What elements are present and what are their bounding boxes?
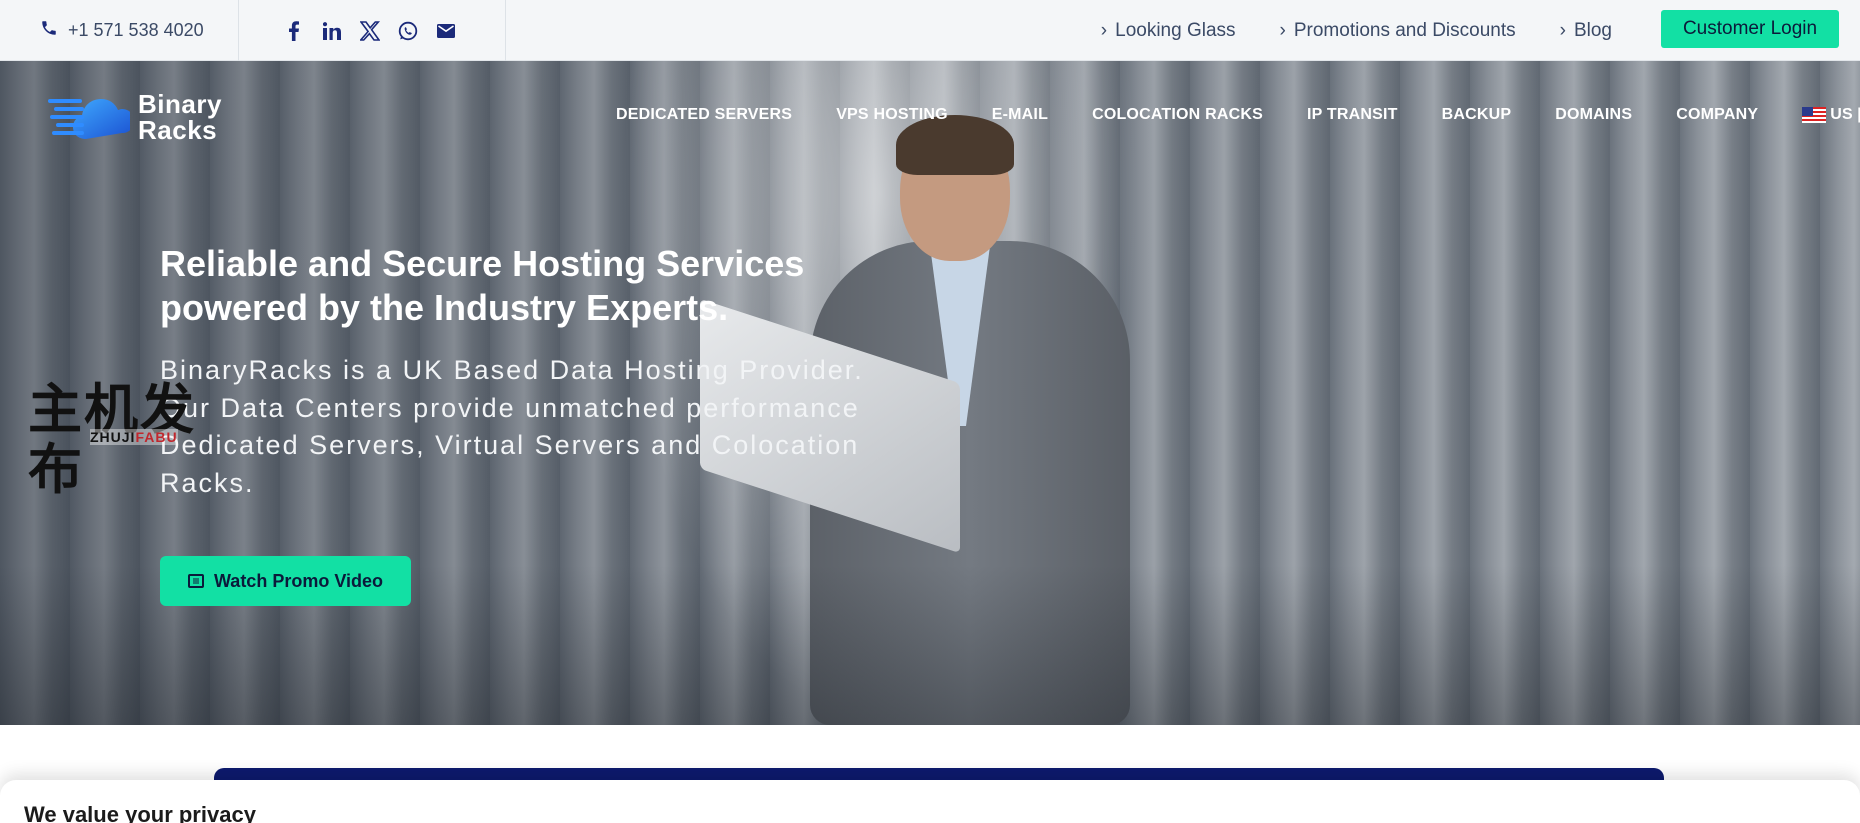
hero-subtitle: BinaryRacks is a UK Based Data Hosting P… (160, 355, 864, 498)
currency-selector[interactable]: US [$] (1802, 106, 1860, 124)
promotions-link[interactable]: › Promotions and Discounts (1280, 20, 1516, 42)
chevron-right-icon: › (1100, 19, 1108, 41)
link-label: Promotions and Discounts (1293, 19, 1516, 41)
currency-label: US [$] (1830, 106, 1860, 123)
blog-link[interactable]: › Blog (1560, 20, 1612, 42)
phone-icon (40, 19, 58, 42)
nav-company[interactable]: COMPANY (1676, 106, 1758, 124)
link-label: Blog (1573, 19, 1612, 41)
phone-number: +1 571 538 4020 (68, 20, 204, 40)
cookie-consent-banner: We value your privacy (0, 780, 1860, 823)
logo-wordmark: Binary Racks (138, 91, 222, 143)
watermark-en-black: ZHUJI (90, 429, 136, 445)
watermark-logo: 主机发布 ZHUJIFABU (28, 380, 238, 500)
logo-cloud-icon (48, 87, 134, 147)
main-nav: DEDICATED SERVERS VPS HOSTING E-MAIL COL… (616, 106, 1860, 124)
cookie-title: We value your privacy (24, 802, 256, 823)
binaryracks-logo[interactable]: Binary Racks (48, 86, 222, 148)
nav-vps-hosting[interactable]: VPS HOSTING (836, 106, 948, 124)
promo-button-label: Watch Promo Video (213, 570, 384, 591)
nav-dedicated-servers[interactable]: DEDICATED SERVERS (616, 106, 792, 124)
hero-title: Reliable and Secure Hosting Services pow… (160, 243, 805, 328)
customer-login-button[interactable]: Customer Login (1661, 10, 1839, 48)
chevron-right-icon: › (1559, 19, 1566, 41)
looking-glass-link[interactable]: › Looking Glass (1101, 20, 1236, 42)
top-links: › Looking Glass › Promotions and Discoun… (1101, 0, 1612, 61)
linkedin-icon[interactable] (322, 21, 342, 41)
nav-colocation-racks[interactable]: COLOCATION RACKS (1092, 106, 1263, 124)
chevron-right-icon: › (1279, 19, 1286, 41)
nav-domains[interactable]: DOMAINS (1555, 106, 1632, 124)
watch-promo-video-button[interactable]: Watch Promo Video (160, 556, 411, 606)
whatsapp-icon[interactable] (398, 21, 418, 41)
top-bar: +1 571 538 4020 › Looking Glass › Promot… (0, 0, 1860, 61)
facebook-icon[interactable] (284, 20, 304, 41)
logo-line1: Binary (138, 89, 222, 119)
link-label: Looking Glass (1115, 19, 1236, 41)
watermark-en-red: FABU (135, 429, 178, 445)
nav-ip-transit[interactable]: IP TRANSIT (1307, 106, 1398, 124)
nav-email[interactable]: E-MAIL (992, 106, 1048, 124)
phone-contact[interactable]: +1 571 538 4020 (40, 0, 204, 61)
logo-line2: Racks (138, 115, 218, 145)
us-flag-icon (1802, 107, 1827, 123)
watermark-en: ZHUJIFABU (90, 429, 178, 445)
social-links (284, 0, 456, 61)
divider (238, 0, 239, 61)
x-icon[interactable] (360, 20, 380, 41)
nav-backup[interactable]: BACKUP (1442, 106, 1512, 124)
video-icon (187, 574, 204, 588)
divider (505, 0, 506, 61)
email-icon[interactable] (436, 21, 456, 41)
